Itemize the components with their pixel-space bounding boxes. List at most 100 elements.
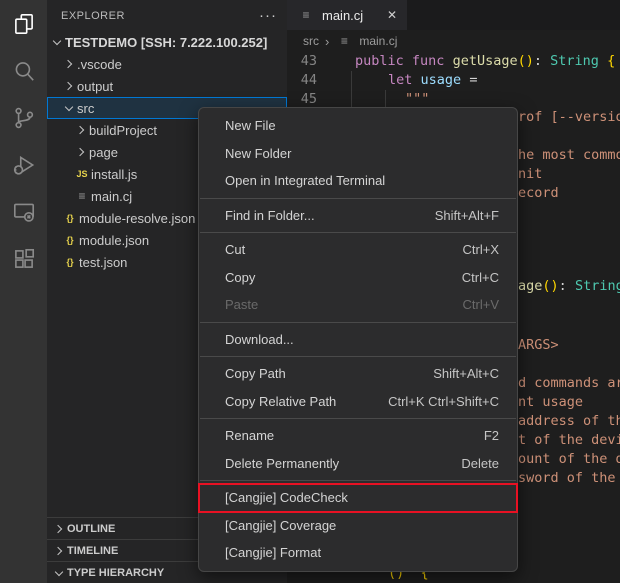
run-debug-icon[interactable] (0, 141, 47, 188)
menu-item-rename[interactable]: Rename F2 (199, 422, 517, 450)
line-number: 43 (287, 52, 317, 71)
menu-item-shortcut: Ctrl+X (463, 242, 499, 257)
menu-item-paste: Paste Ctrl+V (199, 291, 517, 319)
chevron-right-icon (51, 548, 67, 554)
breadcrumb-folder[interactable]: src (303, 34, 319, 48)
menu-item-new-folder[interactable]: New Folder (199, 140, 517, 168)
json-file-icon: {} (61, 257, 79, 267)
tree-item-label: test.json (79, 255, 127, 270)
tab-label: main.cj (322, 8, 363, 23)
close-icon[interactable]: ✕ (387, 8, 397, 22)
source-control-icon[interactable] (0, 94, 47, 141)
code-fragment: age(): String (518, 277, 620, 296)
code-line: public func getUsage(): String { (355, 52, 615, 71)
tree-item-label: page (89, 145, 118, 160)
code-line: let usage = (388, 71, 477, 90)
file-icon: ≡ (335, 34, 353, 48)
menu-item-find-in-folder[interactable]: Find in Folder... Shift+Alt+F (199, 202, 517, 230)
menu-item-cangjie-codecheck[interactable]: [Cangjie] CodeCheck (199, 484, 517, 512)
menu-item-copy[interactable]: Copy Ctrl+C (199, 264, 517, 292)
menu-item-new-file[interactable]: New File (199, 112, 517, 140)
json-file-icon: {} (61, 213, 79, 223)
menu-item-label: Find in Folder... (225, 208, 315, 223)
chevron-down-icon (51, 571, 67, 575)
code-fragment: ARGS> (518, 336, 559, 355)
json-file-icon: {} (61, 235, 79, 245)
code-fragment: sword of the d (518, 469, 620, 488)
menu-separator (200, 356, 516, 357)
tree-item-label: install.js (91, 167, 137, 182)
menu-item-label: [Cangjie] CodeCheck (225, 490, 348, 505)
menu-item-label: Cut (225, 242, 245, 257)
tree-item-label: module-resolve.json (79, 211, 195, 226)
menu-item-shortcut: F2 (484, 428, 499, 443)
menu-item-cangjie-format[interactable]: [Cangjie] Format (199, 539, 517, 567)
menu-separator (200, 198, 516, 199)
menu-item-shortcut: Shift+Alt+C (433, 366, 499, 381)
tree-item-label: buildProject (89, 123, 157, 138)
menu-item-cut[interactable]: Cut Ctrl+X (199, 236, 517, 264)
search-icon[interactable] (0, 47, 47, 94)
menu-item-copy-path[interactable]: Copy PathShift+Alt+C (199, 360, 517, 388)
menu-item-open-in-integrated-terminal[interactable]: Open in Integrated Terminal (199, 167, 517, 195)
tree-item-label: module.json (79, 233, 149, 248)
menu-separator (200, 418, 516, 419)
more-actions-icon[interactable]: ··· (259, 7, 277, 24)
tree-item-vscode[interactable]: .vscode (47, 53, 287, 75)
tree-item-testdemo-ssh-7-222-100-252[interactable]: TESTDEMO [SSH: 7.222.100.252] (47, 31, 287, 53)
menu-item-shortcut: Shift+Alt+F (435, 208, 499, 223)
menu-item-label: Open in Integrated Terminal (225, 173, 385, 188)
tab-main-cj[interactable]: ≡ main.cj ✕ (287, 0, 407, 30)
menu-separator (200, 480, 516, 481)
menu-item-shortcut: Ctrl+K Ctrl+Shift+C (388, 394, 499, 409)
menu-item-delete-permanently[interactable]: Delete Permanently Delete (199, 450, 517, 478)
vscode-window: EXPLORER ··· TESTDEMO [SSH: 7.222.100.25… (0, 0, 620, 583)
activity-bar (0, 0, 47, 583)
menu-item-shortcut: Delete (461, 456, 499, 471)
tab-bar: ≡ main.cj ✕ (287, 0, 620, 30)
menu-item-label: New File (225, 118, 276, 133)
tree-item-output[interactable]: output (47, 75, 287, 97)
menu-item-download[interactable]: Download... (199, 326, 517, 354)
section-label: TIMELINE (67, 545, 118, 557)
chevron-right-icon (73, 149, 89, 155)
menu-separator (200, 322, 516, 323)
menu-item-label: Rename (225, 428, 274, 443)
remote-explorer-icon[interactable] (0, 188, 47, 235)
explorer-title: EXPLORER (61, 10, 125, 22)
code-fragment: d commands are (518, 374, 620, 393)
chevron-right-icon: › (325, 34, 329, 49)
menu-item-cangjie-coverage[interactable]: [Cangjie] Coverage (199, 512, 517, 540)
menu-item-label: Paste (225, 297, 258, 312)
explorer-header: EXPLORER ··· (47, 0, 287, 31)
tree-item-label: TESTDEMO [SSH: 7.222.100.252] (65, 35, 267, 50)
menu-item-label: [Cangjie] Format (225, 545, 321, 560)
code-fragment: he most common (518, 146, 620, 165)
menu-separator (200, 232, 516, 233)
section-label: OUTLINE (67, 523, 115, 535)
menu-item-label: Copy (225, 270, 255, 285)
menu-item-label: Delete Permanently (225, 456, 339, 471)
context-menu: New File New Folder Open in Integrated Ter… (198, 107, 518, 572)
file-file-icon: ≡ (73, 189, 91, 203)
chevron-right-icon (61, 61, 77, 67)
breadcrumb-file[interactable]: main.cj (359, 34, 397, 48)
extensions-icon[interactable] (0, 235, 47, 282)
explorer-icon[interactable] (0, 0, 47, 47)
code-fragment: nit (518, 165, 542, 184)
tree-item-label: main.cj (91, 189, 132, 204)
chevron-right-icon (51, 526, 67, 532)
menu-item-shortcut: Ctrl+V (463, 297, 499, 312)
menu-item-copy-relative-path[interactable]: Copy Relative PathCtrl+K Ctrl+Shift+C (199, 388, 517, 416)
code-fragment: t of the devic (518, 431, 620, 450)
tree-item-label: .vscode (77, 57, 122, 72)
line-number: 44 (287, 71, 317, 90)
file-icon: ≡ (297, 8, 315, 22)
menu-item-label: Download... (225, 332, 294, 347)
indent-guide (351, 71, 352, 109)
code-fragment: ecord (518, 184, 559, 203)
code-fragment: address of the (518, 412, 620, 431)
code-fragment: rof [--version (518, 108, 620, 127)
menu-item-shortcut: Ctrl+C (462, 270, 499, 285)
code-fragment: nt usage (518, 393, 583, 412)
